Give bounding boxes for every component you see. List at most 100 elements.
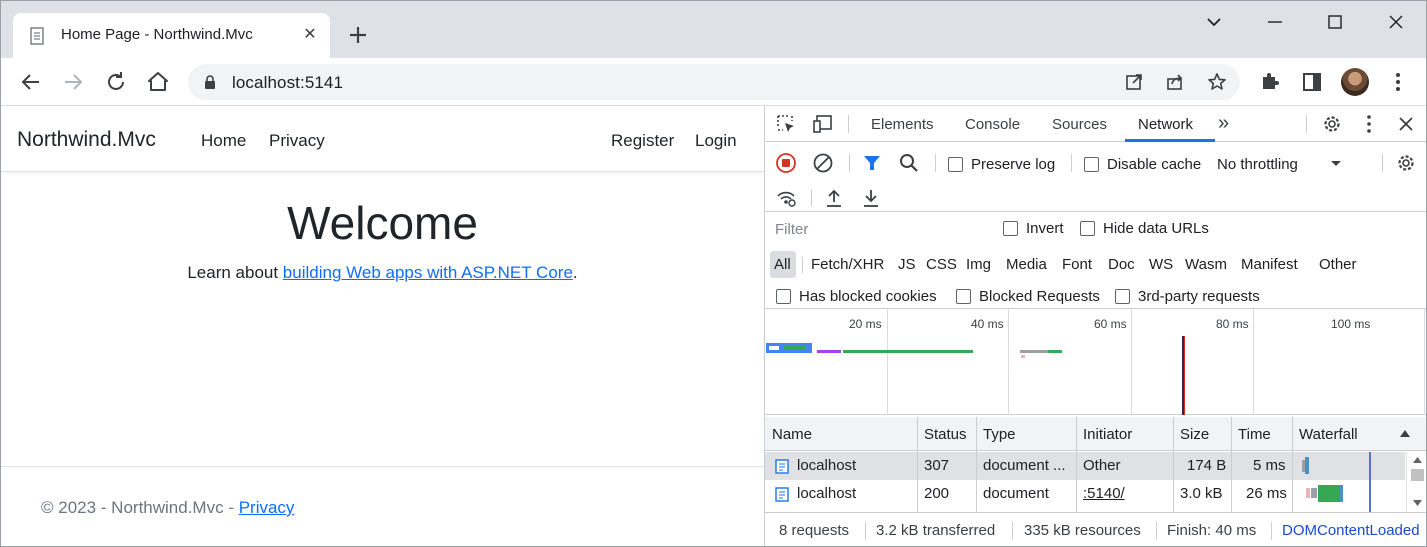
type-filter-other[interactable]: Other [1319,256,1357,273]
blocked-cookies-checkbox[interactable] [776,289,791,304]
column-waterfall[interactable]: Waterfall [1299,426,1358,443]
maximize-icon[interactable] [1320,9,1350,35]
url-text[interactable]: localhost:5141 [232,73,343,93]
requests-count: 8 requests [779,522,850,539]
blocked-cookies-label[interactable]: Has blocked cookies [799,288,937,305]
column-status[interactable]: Status [924,426,967,443]
import-har-icon[interactable] [823,187,845,209]
tab-sources[interactable]: Sources [1052,116,1107,133]
browser-tab[interactable]: Home Page - Northwind.Mvc ✕ [13,13,330,58]
blocked-requests-checkbox[interactable] [956,289,971,304]
preserve-log-label[interactable]: Preserve log [971,156,1055,173]
disable-cache-label[interactable]: Disable cache [1107,156,1201,173]
side-panel-icon[interactable] [1301,71,1323,93]
tab-close-icon[interactable]: ✕ [300,25,320,45]
search-icon[interactable] [898,152,920,174]
site-brand[interactable]: Northwind.Mvc [17,128,156,152]
browser-menu-icon[interactable] [1387,71,1409,93]
type-filter-doc[interactable]: Doc [1108,256,1135,273]
aspnet-docs-link[interactable]: building Web apps with ASP.NET Core [283,263,573,282]
share-icon[interactable] [1165,72,1185,92]
table-scrollbar[interactable] [1406,452,1426,512]
table-row[interactable]: localhost 200 document :5140/ 3.0 kB 26 … [765,480,1405,508]
throttling-dropdown-icon[interactable] [1325,152,1347,174]
settings-gear-icon[interactable] [1321,113,1343,135]
type-filter-ws[interactable]: WS [1149,256,1173,273]
type-filter-media[interactable]: Media [1006,256,1047,273]
tab-network[interactable]: Network [1138,116,1193,133]
filter-input[interactable]: Filter [770,218,986,242]
more-tabs-icon[interactable]: » [1218,112,1229,135]
network-conditions-icon[interactable] [775,187,797,209]
type-filter-wasm[interactable]: Wasm [1185,256,1227,273]
sort-ascending-icon[interactable] [1399,428,1411,438]
preserve-log-checkbox[interactable] [948,157,963,172]
nav-register-link[interactable]: Register [611,131,674,151]
home-icon[interactable] [145,69,171,95]
type-filter-css[interactable]: CSS [926,256,957,273]
invert-label[interactable]: Invert [1026,220,1064,237]
back-icon[interactable] [18,69,44,95]
column-divider[interactable] [1292,417,1293,512]
extensions-icon[interactable] [1259,71,1281,93]
nav-home-link[interactable]: Home [201,131,246,151]
close-devtools-icon[interactable] [1395,113,1417,135]
column-divider[interactable] [917,417,918,512]
devtools-menu-icon[interactable] [1358,113,1380,135]
column-type[interactable]: Type [983,426,1016,443]
type-filter-fetch-xhr[interactable]: Fetch/XHR [811,256,884,273]
filter-funnel-icon[interactable] [861,152,883,174]
nav-privacy-link[interactable]: Privacy [269,131,325,151]
column-divider[interactable] [1076,417,1077,512]
nav-login-link[interactable]: Login [695,131,737,151]
timeline-overview[interactable]: 20 ms 40 ms 60 ms 80 ms 100 ms [765,308,1426,415]
table-row[interactable]: localhost 307 document ... Other 174 B 5… [765,452,1405,480]
inspect-element-icon[interactable] [775,113,797,135]
scrollbar-thumb[interactable] [1411,469,1424,481]
export-har-icon[interactable] [860,187,882,209]
type-filter-img[interactable]: Img [966,256,991,273]
third-party-checkbox[interactable] [1115,289,1130,304]
footer-privacy-link[interactable]: Privacy [239,498,295,517]
column-time[interactable]: Time [1238,426,1271,443]
type-filter-manifest[interactable]: Manifest [1241,256,1298,273]
scroll-up-icon[interactable] [1412,456,1423,464]
open-in-new-icon[interactable] [1124,72,1144,92]
blocked-requests-label[interactable]: Blocked Requests [979,288,1100,305]
row-initiator-link[interactable]: :5140/ [1083,485,1125,502]
tab-console[interactable]: Console [965,116,1020,133]
type-filter-font[interactable]: Font [1062,256,1092,273]
column-name[interactable]: Name [772,426,812,443]
scroll-down-icon[interactable] [1412,499,1423,507]
device-toolbar-icon[interactable] [812,113,834,135]
row-name[interactable]: localhost [797,457,856,474]
throttling-select[interactable]: No throttling [1217,156,1298,173]
network-settings-icon[interactable] [1395,152,1417,174]
minimize-icon[interactable] [1260,9,1290,35]
clear-icon[interactable] [812,152,834,174]
record-stop-icon[interactable] [775,152,797,174]
hide-data-urls-checkbox[interactable] [1080,221,1095,236]
profile-avatar[interactable] [1341,68,1369,96]
bookmark-star-icon[interactable] [1207,72,1227,92]
disable-cache-checkbox[interactable] [1084,157,1099,172]
column-divider[interactable] [976,417,977,512]
reload-icon[interactable] [103,69,129,95]
column-divider[interactable] [1231,417,1232,512]
tab-search-chevron-icon[interactable] [1199,9,1229,35]
tab-elements[interactable]: Elements [871,116,934,133]
column-size[interactable]: Size [1180,426,1209,443]
invert-checkbox[interactable] [1003,221,1018,236]
column-divider[interactable] [1173,417,1174,512]
hide-data-urls-label[interactable]: Hide data URLs [1103,220,1209,237]
close-window-icon[interactable] [1381,9,1411,35]
address-bar[interactable]: localhost:5141 [188,64,1240,100]
type-filter-all[interactable]: All [774,256,791,273]
lock-icon[interactable] [204,75,216,89]
third-party-label[interactable]: 3rd-party requests [1138,288,1260,305]
new-tab-icon[interactable] [346,23,370,47]
column-initiator[interactable]: Initiator [1083,426,1132,443]
type-filter-js[interactable]: JS [898,256,916,273]
row-name[interactable]: localhost [797,485,856,502]
forward-icon[interactable] [60,69,86,95]
